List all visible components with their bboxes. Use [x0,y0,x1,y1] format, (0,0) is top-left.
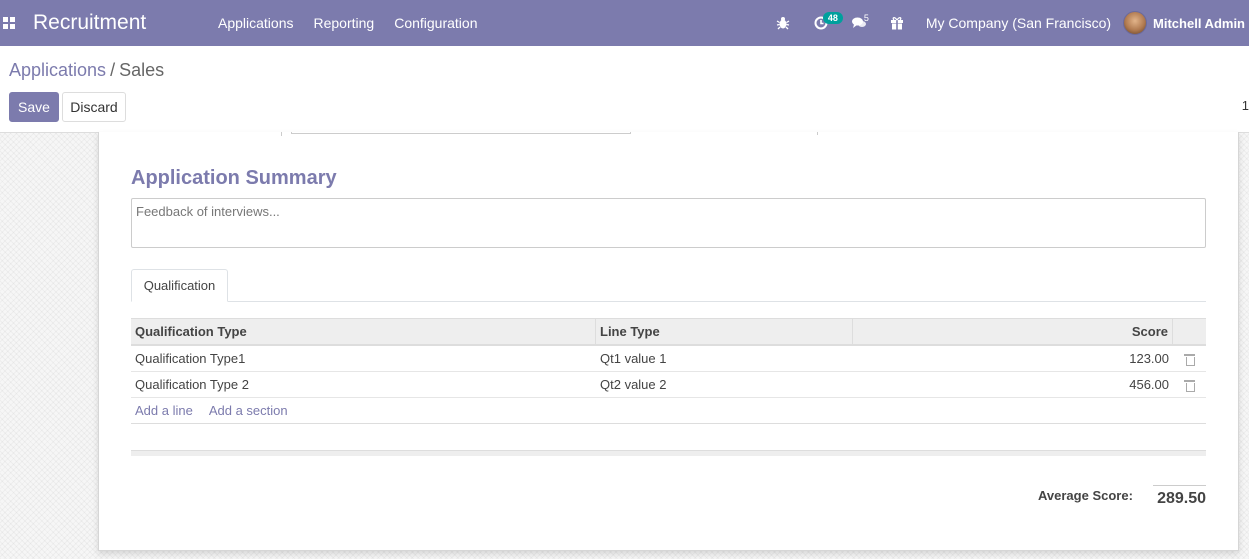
breadcrumb: Applications / Sales [9,60,164,81]
messages-icon[interactable]: 5 [840,0,878,46]
row-delete[interactable] [1173,372,1206,397]
trash-icon[interactable] [1184,379,1195,392]
table-row[interactable]: Qualification Type1 Qt1 value 1 123.00 [131,346,1206,372]
user-menu[interactable]: Mitchell Admin [1123,11,1249,35]
app-title[interactable]: Recruitment [33,11,203,35]
bug-icon[interactable] [764,0,802,46]
average-score-label: Average Score: [1038,488,1133,503]
cell-line-type[interactable]: Qt1 value 1 [596,346,853,371]
table-footer [131,450,1206,456]
field-edge [291,132,631,134]
menu-configuration[interactable]: Configuration [384,15,487,31]
cell-qualification-type[interactable]: Qualification Type 2 [131,372,596,397]
column-line-type[interactable]: Line Type [596,319,853,344]
cell-line-type[interactable]: Qt2 value 2 [596,372,853,397]
apps-menu-icon[interactable] [0,0,26,46]
table-row[interactable]: Qualification Type 2 Qt2 value 2 456.00 [131,372,1206,398]
avatar [1123,11,1148,35]
trash-icon[interactable] [1184,353,1195,366]
table-header: Qualification Type Line Type Score [131,318,1206,346]
activity-clock-icon[interactable]: 48 [802,0,843,46]
menu-reporting[interactable]: Reporting [304,15,385,31]
summary-feedback-field[interactable]: Feedback of interviews... [131,198,1206,248]
form-sheet: Application Summary Feedback of intervie… [98,132,1239,551]
column-score[interactable]: Score [853,319,1173,344]
qualification-table: Qualification Type Line Type Score Quali… [131,318,1206,456]
divider [281,132,282,136]
navbar-systray: 48 5 My Company (San Francisco) Mitchell… [764,0,1249,46]
breadcrumb-separator: / [110,60,116,80]
table-add-row: Add a line Add a section [131,398,1206,424]
add-section-link[interactable]: Add a section [209,403,288,418]
notebook-tabs: Qualification [131,269,1206,302]
tab-qualification[interactable]: Qualification [131,269,228,302]
section-title: Application Summary [131,167,337,189]
messages-count: 5 [863,13,869,23]
cell-score[interactable]: 456.00 [853,372,1173,397]
column-actions [1173,319,1206,344]
user-name: Mitchell Admin [1153,15,1245,31]
breadcrumb-current: Sales [119,60,165,80]
main-menu: Applications Reporting Configuration [208,15,487,31]
company-switcher[interactable]: My Company (San Francisco) [916,15,1123,31]
cell-score[interactable]: 123.00 [853,346,1173,371]
average-score-value: 289.50 [1153,485,1206,508]
cell-qualification-type[interactable]: Qualification Type1 [131,346,596,371]
gift-icon[interactable] [878,0,916,46]
add-line-link[interactable]: Add a line [135,403,193,418]
column-qualification-type[interactable]: Qualification Type [131,319,596,344]
breadcrumb-applications[interactable]: Applications [9,60,106,80]
pager-value[interactable]: 1 [1242,98,1249,113]
row-delete[interactable] [1173,346,1206,371]
menu-applications[interactable]: Applications [208,15,304,31]
discard-button[interactable]: Discard [62,92,126,122]
top-navbar: Recruitment Applications Reporting Confi… [0,0,1249,46]
divider [817,132,818,135]
save-button[interactable]: Save [9,92,59,122]
